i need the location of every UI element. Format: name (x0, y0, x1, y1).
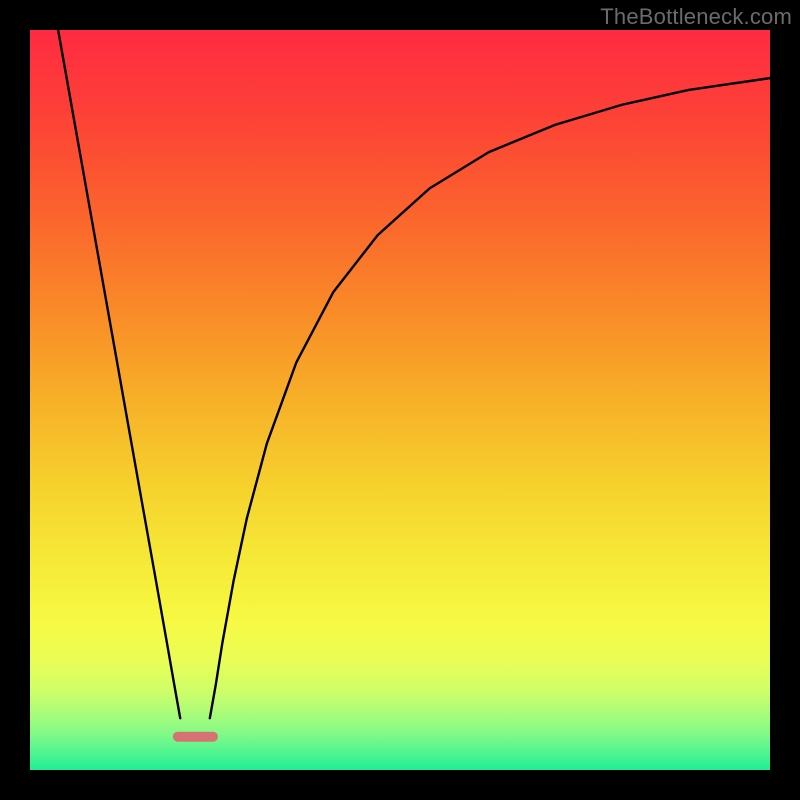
gradient-background (30, 30, 770, 770)
chart-canvas (30, 30, 770, 770)
optimal-zone-marker (173, 732, 218, 742)
watermark-text: TheBottleneck.com (600, 4, 792, 30)
plot-area (30, 30, 770, 770)
chart-frame: TheBottleneck.com (0, 0, 800, 800)
